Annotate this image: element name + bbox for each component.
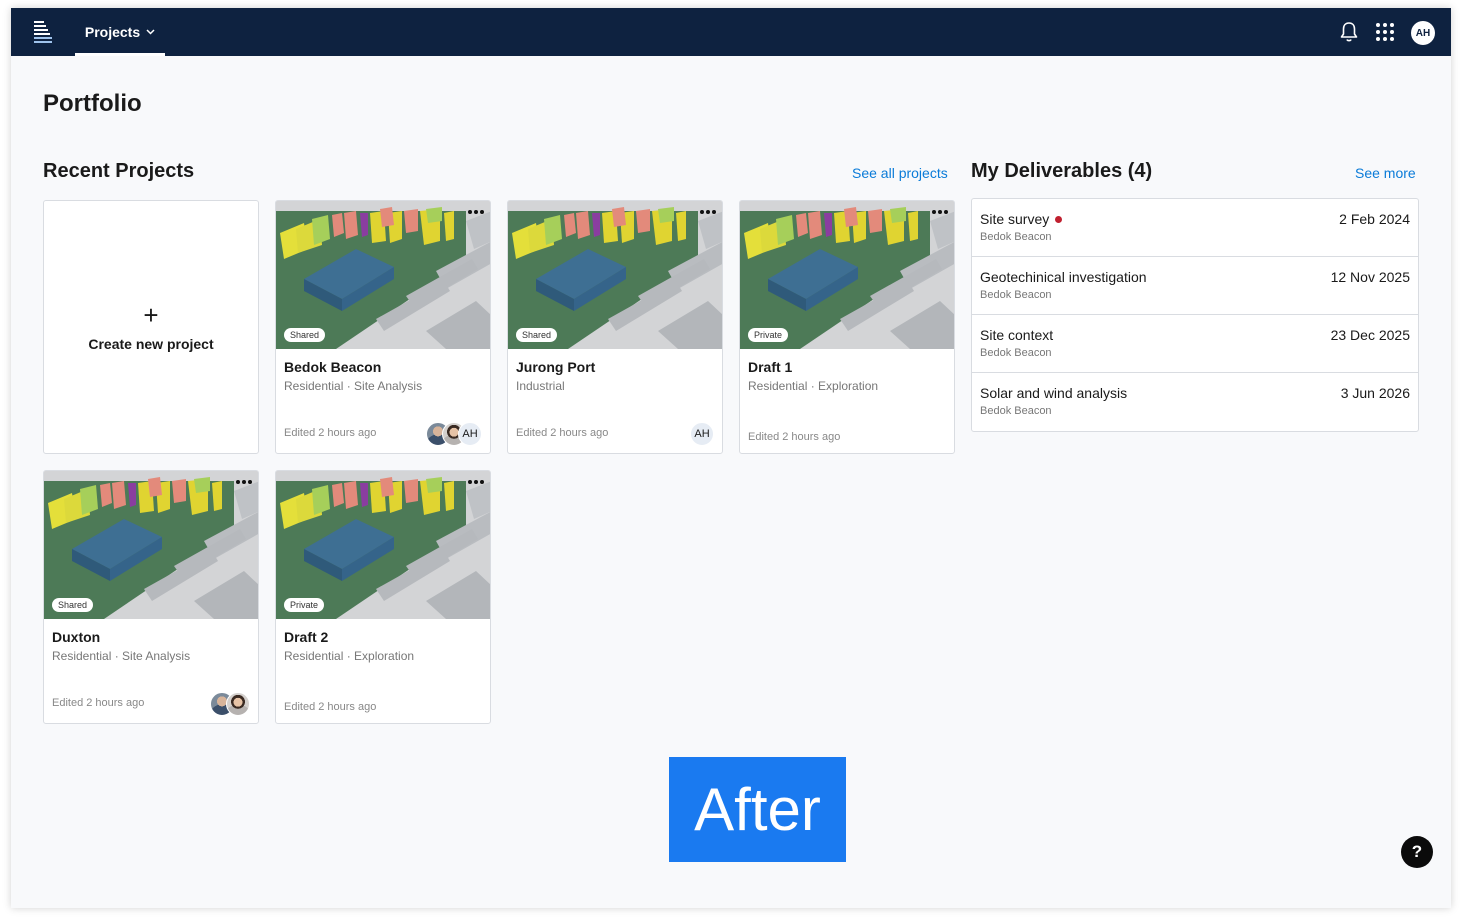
collaborator-avatars[interactable]: AH: [690, 422, 714, 446]
project-thumbnail-image: [276, 201, 490, 349]
visibility-badge: Private: [748, 328, 789, 342]
collaborator-avatars[interactable]: AH: [426, 422, 482, 446]
more-options-icon[interactable]: [698, 207, 718, 217]
visibility-badge: Shared: [52, 598, 94, 612]
deliverables-list: Site survey Bedok Beacon 2 Feb 2024 Geot…: [971, 198, 1419, 432]
deliverable-date: 12 Nov 2025: [1330, 269, 1410, 285]
alert-dot-icon: [1055, 215, 1063, 223]
project-thumbnail: Private: [276, 471, 490, 619]
active-tab-indicator: [75, 53, 165, 56]
project-card-jurong-port[interactable]: Shared Jurong Port Industrial Edited 2 h…: [507, 200, 723, 454]
deliverable-row[interactable]: Solar and wind analysis Bedok Beacon 3 J…: [972, 373, 1418, 431]
project-type: Residential · Site Analysis: [284, 379, 423, 393]
project-type: Industrial: [516, 379, 565, 393]
deliverable-name: Site survey: [980, 211, 1050, 227]
app-window: Projects AH Portfolio Recent Projects Se…: [11, 8, 1451, 908]
collaborator-avatar: AH: [690, 422, 714, 446]
deliverable-name-wrap: Site context: [980, 327, 1053, 343]
after-label-overlay: After: [669, 757, 846, 862]
project-edited-time: Edited 2 hours ago: [284, 427, 377, 439]
project-type: Residential · Exploration: [284, 649, 415, 663]
deliverable-name: Solar and wind analysis: [980, 385, 1128, 401]
deliverable-name-wrap: Solar and wind analysis: [980, 385, 1127, 401]
project-type: Residential · Exploration: [748, 379, 879, 393]
deliverable-project: Bedok Beacon: [980, 405, 1052, 417]
project-name: Bedok Beacon: [284, 359, 382, 375]
collaborator-avatar: AH: [458, 422, 482, 446]
recent-projects-heading: Recent Projects: [43, 160, 195, 182]
deliverable-name-wrap: Site survey: [980, 211, 1063, 227]
project-card-draft-1[interactable]: Private Draft 1 Residential · Exploratio…: [739, 200, 955, 454]
project-type: Residential · Site Analysis: [52, 649, 191, 663]
plus-icon: +: [143, 300, 159, 330]
see-more-deliverables-link[interactable]: See more: [1355, 165, 1416, 181]
projects-nav-menu[interactable]: Projects: [75, 8, 165, 56]
project-edited-time: Edited 2 hours ago: [52, 697, 145, 709]
project-card-draft-2[interactable]: Private Draft 2 Residential · Exploratio…: [275, 470, 491, 724]
project-name: Draft 2: [284, 629, 329, 645]
deliverable-project: Bedok Beacon: [980, 347, 1052, 359]
project-thumbnail: Shared: [508, 201, 722, 349]
page-title: Portfolio: [43, 90, 142, 117]
project-name: Duxton: [52, 629, 101, 645]
see-all-projects-link[interactable]: See all projects: [852, 165, 948, 181]
project-name: Jurong Port: [516, 359, 596, 375]
project-thumbnail-image: [508, 201, 722, 349]
user-avatar[interactable]: AH: [1411, 21, 1435, 45]
more-options-icon[interactable]: [466, 477, 486, 487]
visibility-badge: Private: [284, 598, 325, 612]
deliverable-project: Bedok Beacon: [980, 289, 1052, 301]
project-card-bedok-beacon[interactable]: Shared Bedok Beacon Residential · Site A…: [275, 200, 491, 454]
visibility-badge: Shared: [516, 328, 558, 342]
deliverable-date: 2 Feb 2024: [1339, 211, 1410, 227]
project-thumbnail-image: [740, 201, 954, 349]
project-thumbnail: Shared: [44, 471, 258, 619]
notification-bell-icon[interactable]: [1339, 21, 1359, 43]
deliverable-row[interactable]: Site context Bedok Beacon 23 Dec 2025: [972, 315, 1418, 373]
more-options-icon[interactable]: [930, 207, 950, 217]
project-edited-time: Edited 2 hours ago: [748, 431, 841, 443]
deliverable-date: 23 Dec 2025: [1330, 327, 1410, 343]
deliverable-row[interactable]: Geotechinical investigation Bedok Beacon…: [972, 257, 1418, 315]
visibility-badge: Shared: [284, 328, 326, 342]
projects-nav-label: Projects: [84, 24, 141, 40]
deliverable-date: 3 Jun 2026: [1340, 385, 1410, 401]
project-thumbnail: Private: [740, 201, 954, 349]
create-project-label: Create new project: [88, 336, 214, 352]
deliverable-name: Geotechinical investigation: [980, 269, 1147, 285]
collaborator-avatars[interactable]: [210, 692, 250, 716]
more-options-icon[interactable]: [234, 477, 254, 487]
project-thumbnail-image: [276, 471, 490, 619]
create-project-card[interactable]: + Create new project: [43, 200, 259, 454]
app-logo-icon[interactable]: [33, 19, 53, 45]
deliverables-heading: My Deliverables (4): [971, 160, 1153, 182]
collaborator-avatar-photo: [226, 692, 250, 716]
more-options-icon[interactable]: [466, 207, 486, 217]
apps-grid-icon[interactable]: [1375, 22, 1395, 42]
help-button[interactable]: ?: [1401, 836, 1433, 868]
project-edited-time: Edited 2 hours ago: [284, 701, 377, 713]
deliverable-project: Bedok Beacon: [980, 231, 1052, 243]
deliverable-row[interactable]: Site survey Bedok Beacon 2 Feb 2024: [972, 199, 1418, 257]
project-card-duxton[interactable]: Shared Duxton Residential · Site Analysi…: [43, 470, 259, 724]
project-thumbnail-image: [44, 471, 258, 619]
top-nav-bar: Projects AH: [11, 8, 1451, 56]
project-name: Draft 1: [748, 359, 793, 375]
project-thumbnail: Shared: [276, 201, 490, 349]
deliverable-name-wrap: Geotechinical investigation: [980, 269, 1147, 285]
deliverable-name: Site context: [980, 327, 1054, 343]
chevron-down-icon: [146, 29, 155, 35]
project-edited-time: Edited 2 hours ago: [516, 427, 609, 439]
